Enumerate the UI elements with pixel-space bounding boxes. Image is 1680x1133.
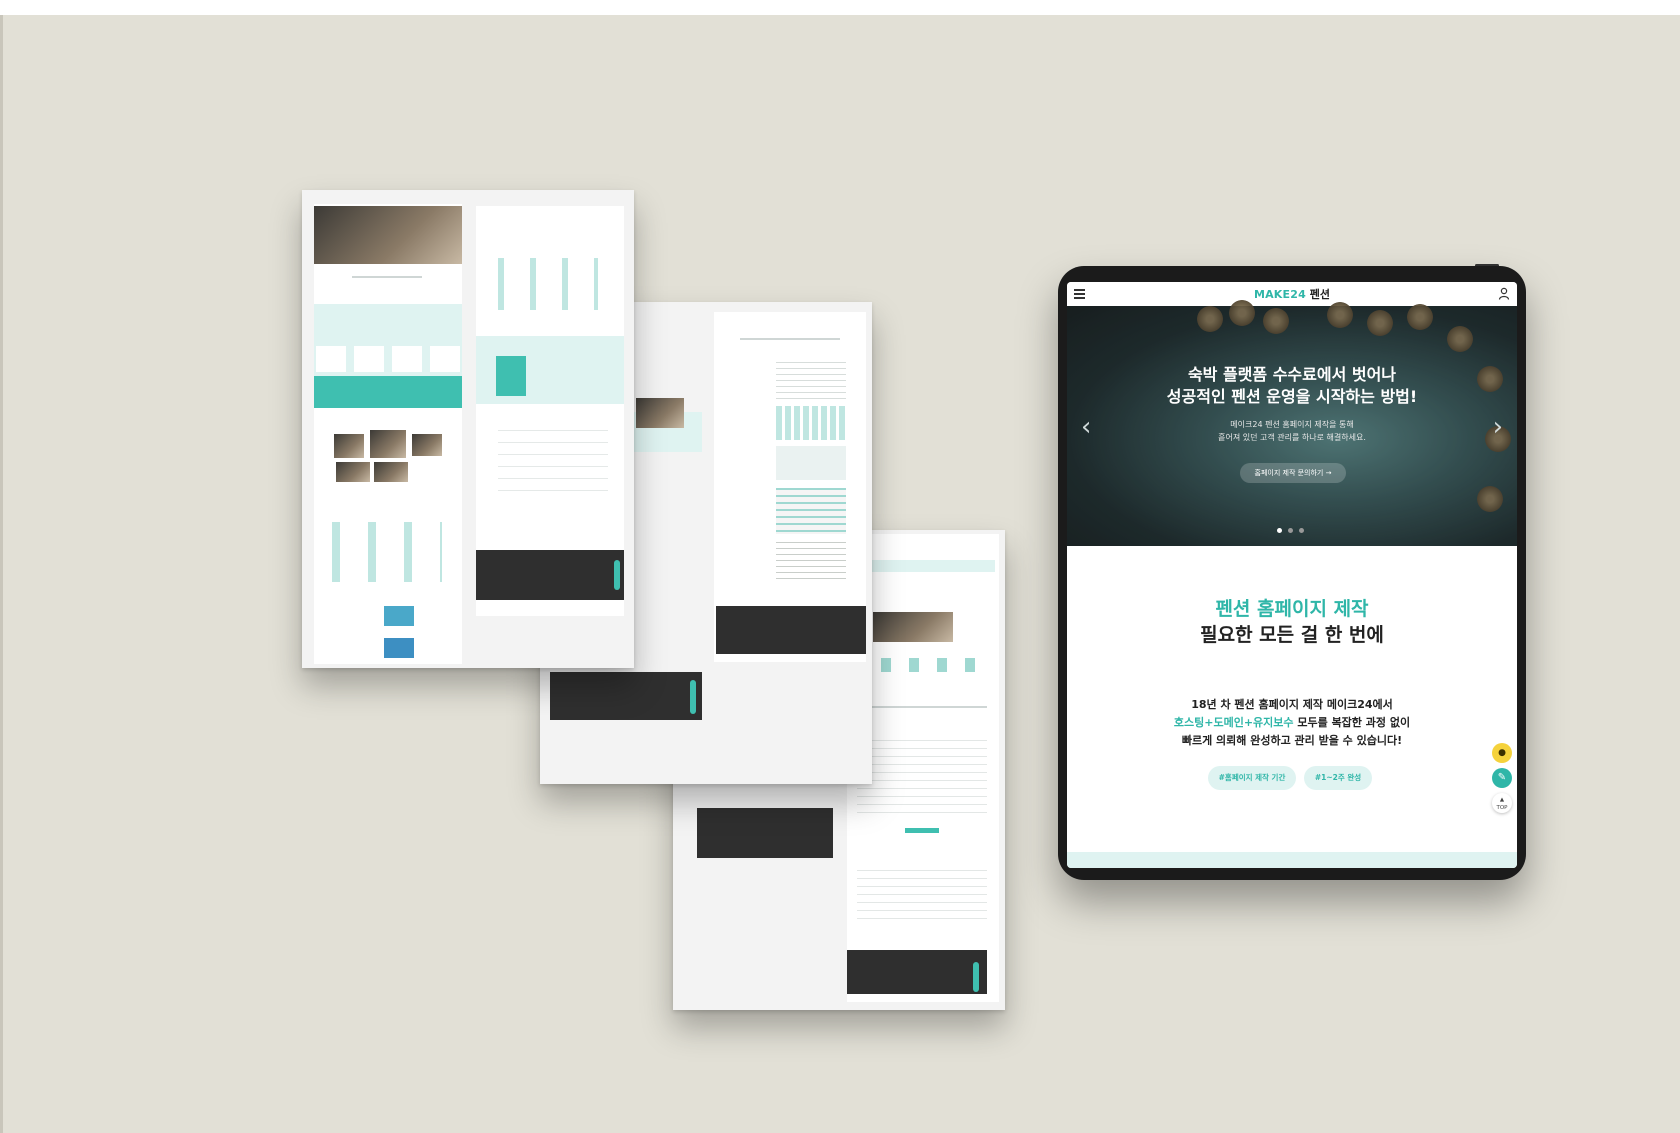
arrow-up-icon: ▲ bbox=[1499, 797, 1505, 803]
section-title-accent: 펜션 홈페이지 제작 bbox=[1215, 598, 1369, 620]
highlight-text: 호스팅+도메인+유지보수 bbox=[1173, 716, 1294, 729]
sheet-table bbox=[776, 542, 846, 582]
sheet-photo bbox=[314, 206, 462, 264]
sheet-table bbox=[776, 362, 846, 400]
sheet-table bbox=[857, 740, 987, 814]
site-header: MAKE24 펜션 bbox=[1067, 282, 1517, 306]
sheet-block bbox=[851, 560, 995, 572]
sheet-photo bbox=[336, 462, 370, 482]
sheet-button bbox=[905, 828, 939, 833]
next-section-band bbox=[1067, 852, 1517, 868]
scroll-top-button[interactable]: ▲ TOP bbox=[1492, 793, 1512, 813]
top-label: TOP bbox=[1496, 805, 1508, 811]
sheet-photo bbox=[374, 462, 408, 482]
sheet-block bbox=[496, 356, 526, 396]
sheet-line bbox=[857, 706, 987, 708]
sheet-block bbox=[314, 376, 462, 408]
sheet-float-buttons bbox=[614, 560, 620, 590]
kakao-chat-icon[interactable]: ● bbox=[1492, 743, 1512, 763]
hero-title: 숙박 플랫폼 수수료에서 벗어나 성공적인 펜션 운영을 시작하는 방법! bbox=[1067, 364, 1517, 408]
slide-dot-1[interactable] bbox=[1277, 528, 1282, 533]
logo-sub: 펜션 bbox=[1309, 288, 1331, 301]
sheet-icons bbox=[853, 658, 993, 672]
hero-title-line: 숙박 플랫폼 수수료에서 벗어나 bbox=[1187, 365, 1397, 384]
sheet-float-buttons bbox=[973, 962, 979, 992]
sheet-table bbox=[776, 488, 846, 534]
slide-dot-3[interactable] bbox=[1299, 528, 1304, 533]
hero-banner: ‹ › 숙박 플랫폼 수수료에서 벗어나 성공적인 펜션 운영을 시작하는 방법… bbox=[1067, 300, 1517, 546]
sheet-footer bbox=[550, 672, 702, 720]
pencil-icon[interactable]: ✎ bbox=[1492, 768, 1512, 788]
sheet-icons bbox=[332, 522, 442, 582]
left-edge bbox=[0, 15, 3, 1133]
sheet-photo bbox=[384, 606, 414, 626]
sheet-table bbox=[776, 406, 846, 440]
site-logo[interactable]: MAKE24 펜션 bbox=[1067, 286, 1517, 302]
slide-dot-2[interactable] bbox=[1288, 528, 1293, 533]
tablet-device: MAKE24 펜션 ‹ › 숙박 플랫폼 수수료에서 벗어나 성공적인 펜션 운… bbox=[1058, 266, 1526, 880]
sheet-photo bbox=[370, 430, 406, 458]
sheet-footer bbox=[476, 550, 624, 600]
sheet-float-buttons bbox=[690, 680, 696, 714]
inquiry-cta-button[interactable]: 홈페이지 제작 문의하기 → bbox=[1240, 463, 1346, 483]
sheet-grid bbox=[498, 430, 608, 500]
hero-desc-line: 흩어져 있던 고객 관리를 하나로 해결하세요. bbox=[1218, 433, 1366, 442]
section-body-line-1: 18년 차 펜션 홈페이지 제작 메이크24에서 bbox=[1191, 698, 1393, 711]
sheet-photo bbox=[412, 434, 442, 456]
body-text: 모두를 복잡한 과정 없이 bbox=[1293, 716, 1411, 729]
sheet-footer bbox=[847, 950, 987, 994]
user-icon[interactable] bbox=[1498, 287, 1510, 300]
tablet-screen: MAKE24 펜션 ‹ › 숙박 플랫폼 수수료에서 벗어나 성공적인 펜션 운… bbox=[1067, 282, 1517, 868]
hero-title-line: 성공적인 펜션 운영을 시작하는 방법! bbox=[1166, 387, 1418, 406]
hero-desc-line: 메이크24 펜션 홈페이지 제작을 통해 bbox=[1230, 420, 1354, 429]
top-strip bbox=[0, 0, 1680, 15]
hashtag-production-period[interactable]: #홈페이지 제작 기간 bbox=[1208, 766, 1296, 790]
section-body-line-2: 호스팅+도메인+유지보수 모두를 복잡한 과정 없이 bbox=[1067, 714, 1517, 730]
logo-brand: MAKE24 bbox=[1253, 288, 1306, 301]
sheet-cards bbox=[316, 346, 460, 372]
sheet-table bbox=[776, 446, 846, 480]
section-body-line-3: 빠르게 의뢰해 완성하고 관리 받을 수 있습니다! bbox=[1181, 734, 1403, 747]
sheet-photo bbox=[636, 398, 684, 428]
sheet-grid bbox=[498, 258, 598, 310]
mockup-sheet-1 bbox=[302, 190, 634, 668]
section-title: 필요한 모든 걸 한 번에 bbox=[1200, 624, 1384, 646]
sheet-footer bbox=[697, 808, 833, 858]
sheet-line bbox=[740, 338, 840, 340]
sheet-photo bbox=[873, 612, 953, 642]
sheet-table bbox=[857, 870, 987, 920]
sheet-footer bbox=[716, 606, 866, 654]
sheet-line bbox=[352, 276, 422, 278]
hashtag-completion-time[interactable]: #1~2주 완성 bbox=[1304, 766, 1372, 790]
hero-description: 메이크24 펜션 홈페이지 제작을 통해 흩어져 있던 고객 관리를 하나로 해… bbox=[1067, 418, 1517, 444]
sheet-photo bbox=[384, 638, 414, 658]
sheet-photo bbox=[334, 434, 364, 458]
